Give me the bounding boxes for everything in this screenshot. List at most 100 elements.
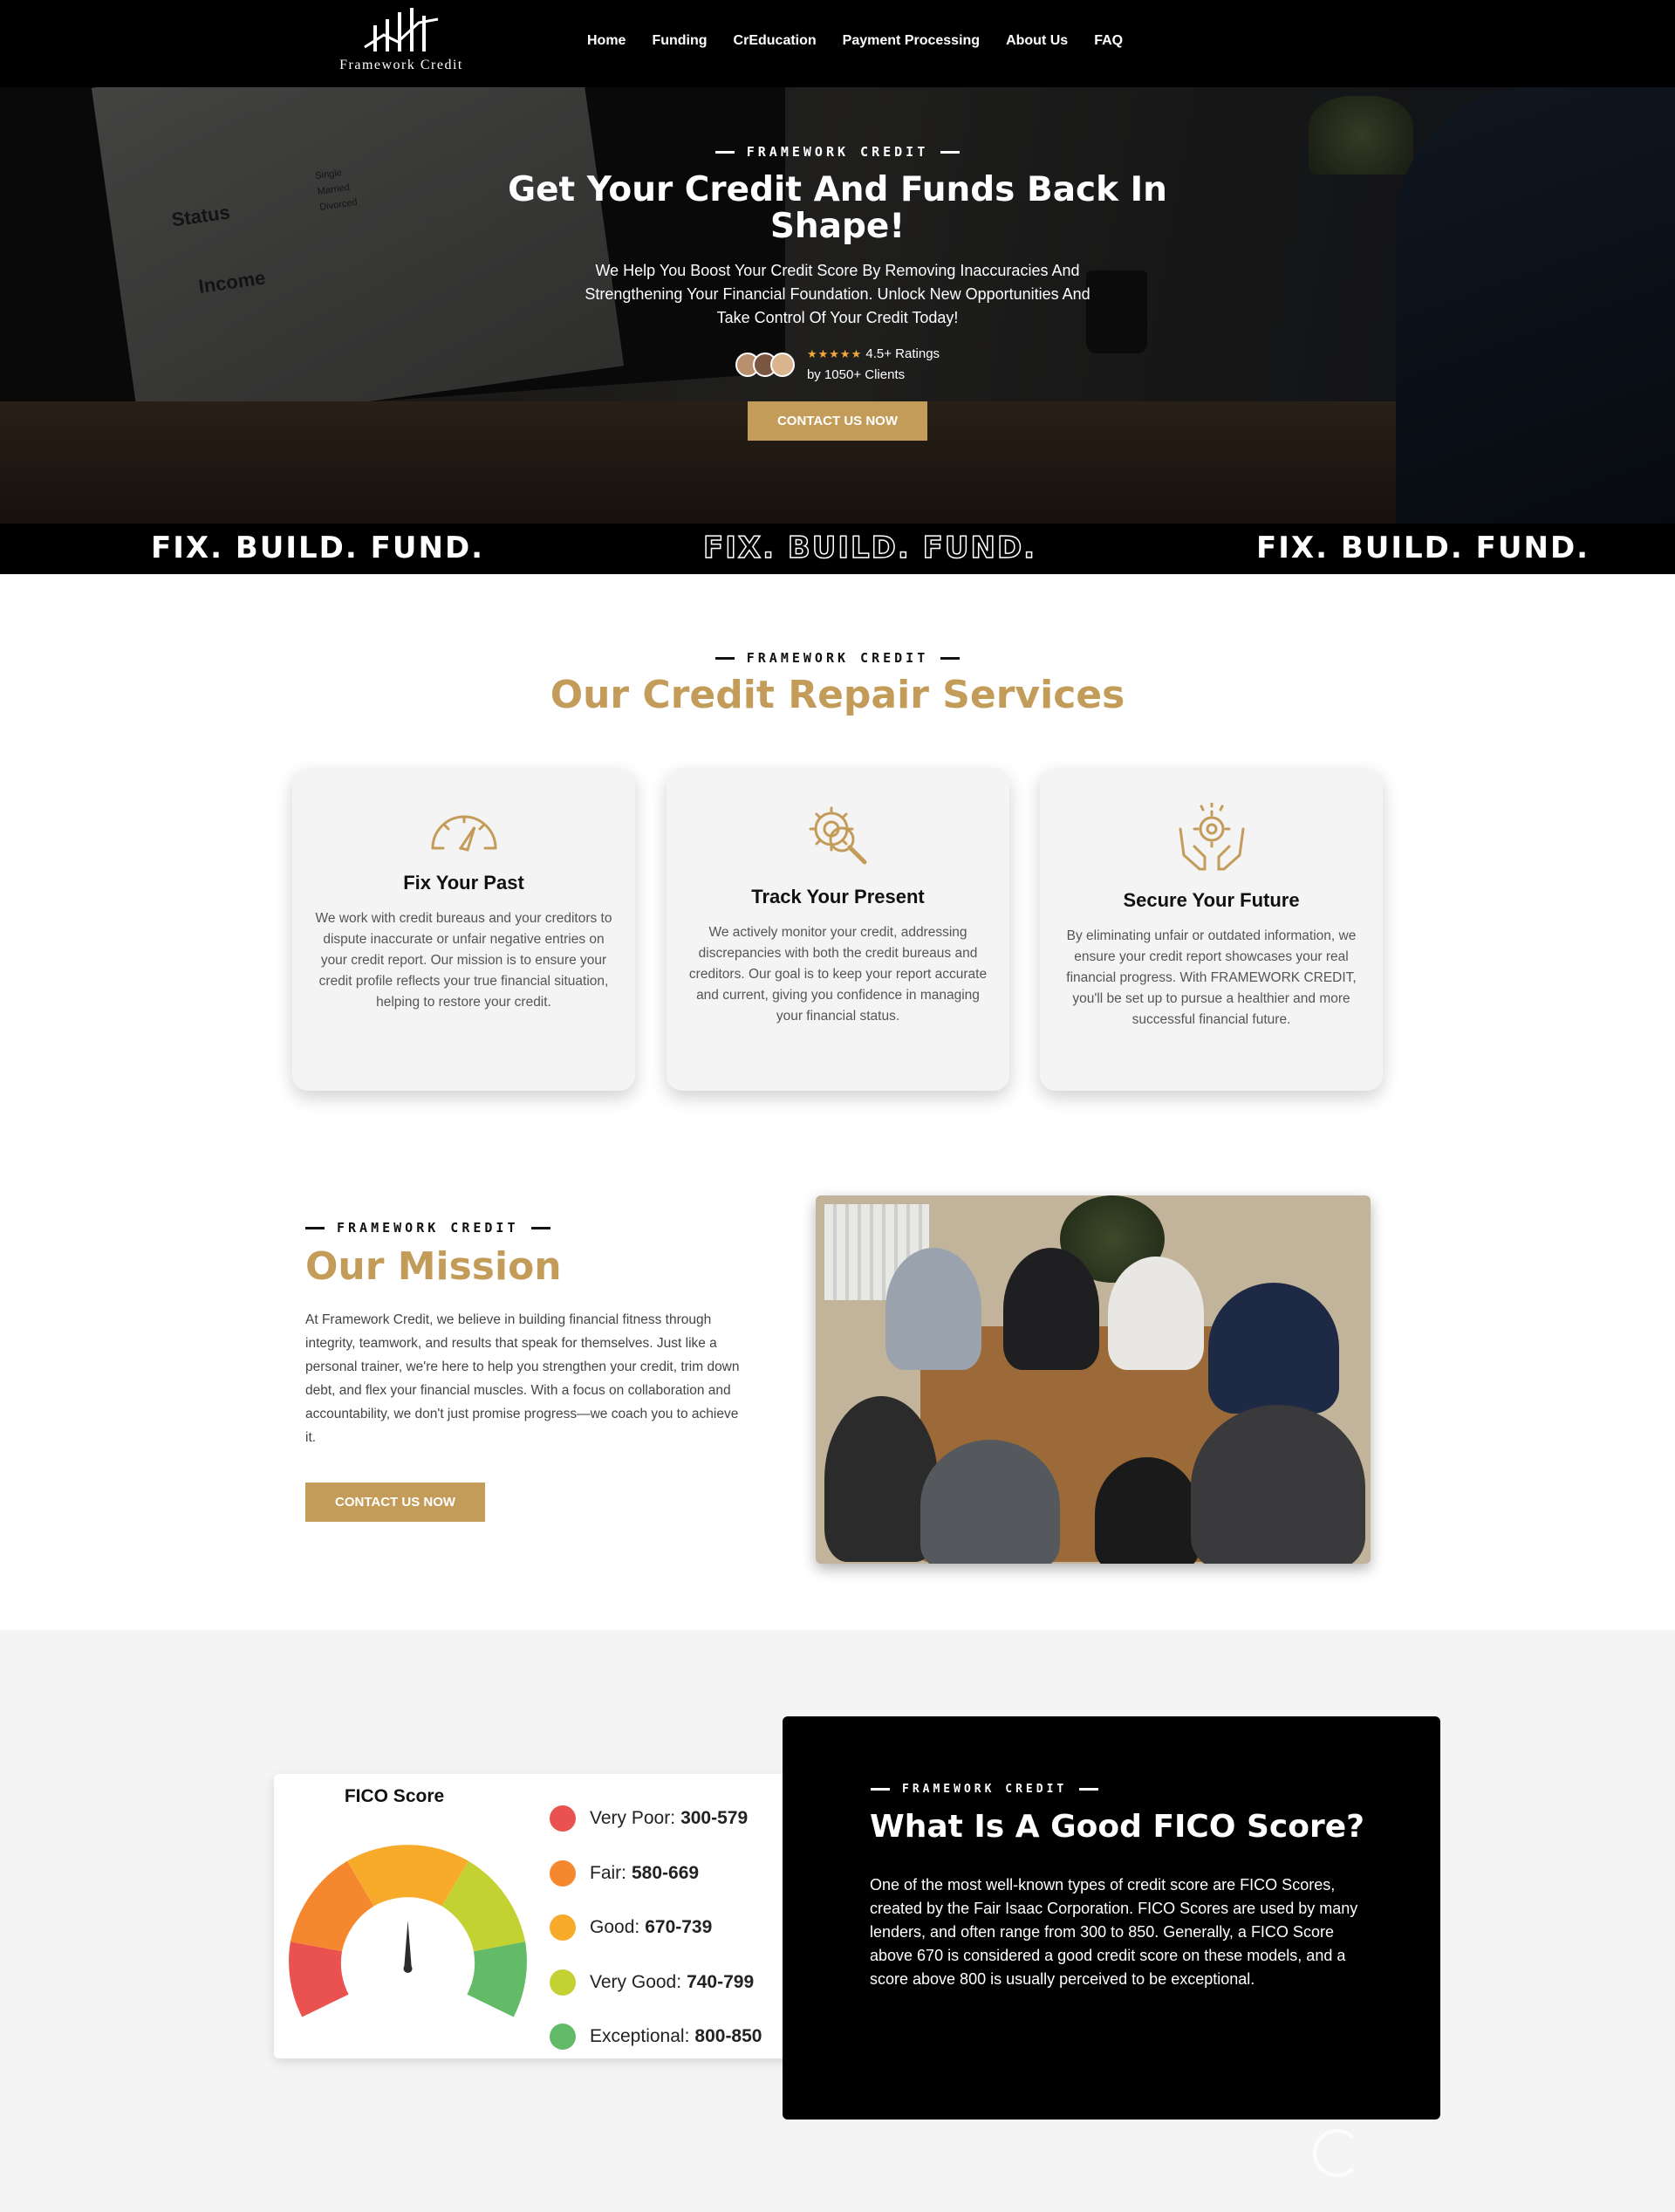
legend-label: Good: [590,1917,640,1938]
fico-title: What Is A Good FICO Score? [870,1809,1365,1845]
rating-block: ★★★★★ 4.5+ Ratings by 1050+ Clients [489,344,1186,386]
card-description: By eliminating unfair or outdated inform… [1066,928,1357,1027]
team-photo [816,1195,1371,1564]
nav-link-creducation[interactable]: CrEducation [734,33,817,49]
legend-range: 670-739 [645,1917,713,1938]
eyebrow-dash [940,150,961,154]
nav-link-faq[interactable]: FAQ [1094,33,1123,49]
photo-person [1208,1283,1339,1414]
avatar [769,353,795,377]
gauge-needle [404,1921,412,1970]
photo-person [920,1440,1060,1564]
watermark-icon [1313,2129,1361,2177]
rating-text: ★★★★★ 4.5+ Ratings by 1050+ Clients [807,344,940,386]
fico-card-title: FICO Score [344,1786,445,1806]
gauge-segment [467,1941,527,2017]
legend-label: Fair: [590,1862,626,1883]
fico-eyebrow: FRAMEWORK CREDIT [871,1783,1099,1796]
fico-score-card: FICO Score Very Poor: 300-579 Fair: 580-… [274,1774,808,2058]
legend-item-very-poor: Very Poor: 300-579 [550,1791,762,1846]
eyebrow-dash [530,1226,550,1229]
logo-mark-icon [364,8,439,51]
client-avatars [735,353,795,377]
legend-dot [550,2024,576,2051]
mission-contact-button[interactable]: CONTACT US NOW [305,1483,486,1522]
card-description: We actively monitor your credit, address… [688,925,988,1024]
legend-dot [550,1914,576,1941]
top-navigation: Framework Credit Home Funding CrEducatio… [0,0,1675,87]
service-card-fix-past: Fix Your Past We work with credit bureau… [292,768,635,1091]
services-eyebrow: FRAMEWORK CREDIT [401,650,1274,666]
card-title: Secure Your Future [1123,889,1300,911]
photo-person [885,1248,981,1370]
photo-person [1108,1257,1204,1370]
nav-link-funding[interactable]: Funding [652,33,707,49]
hero-subtitle: We Help You Boost Your Credit Score By R… [585,262,1090,326]
hero-title: Get Your Credit And Funds Back In Shape! [508,170,1167,246]
mission-eyebrow: FRAMEWORK CREDIT [305,1220,750,1236]
service-card-secure-future: Secure Your Future By eliminating unfair… [1040,768,1383,1091]
legend-label: Exceptional: [590,2026,690,2047]
mission-text: At Framework Credit, we believe in build… [305,1312,740,1445]
nav-links: Home Funding CrEducation Payment Process… [587,33,1123,49]
legend-dot [550,1859,576,1887]
hero-contact-button[interactable]: CONTACT US NOW [747,401,928,441]
fico-gauge-icon [289,1845,527,2017]
gauge-hub [403,1964,413,1973]
legend-item-very-good: Very Good: 740-799 [550,1955,762,2010]
services-header: FRAMEWORK CREDIT Our Credit Repair Servi… [401,650,1274,717]
gauge-segment [289,1941,349,2017]
hero-eyebrow-text: FRAMEWORK CREDIT [746,144,929,160]
tagline-bar: FIX. BUILD. FUND. FIX. BUILD. FUND. FIX.… [0,524,1675,574]
logo[interactable]: Framework Credit [327,3,475,84]
eyebrow-dash [305,1226,325,1229]
gear-magnifier-icon [809,806,866,865]
nav-link-payment-processing[interactable]: Payment Processing [843,33,980,49]
eyebrow-dash [940,656,961,660]
mission-eyebrow-text: FRAMEWORK CREDIT [337,1220,519,1236]
eyebrow-dash [714,656,735,660]
rating-label: 4.5+ Ratings [865,346,940,361]
services-eyebrow-text: FRAMEWORK CREDIT [746,650,929,666]
eyebrow-dash [1079,1788,1099,1791]
tagline-text: FIX. BUILD. FUND. [151,531,485,565]
logo-text: Framework Credit [339,58,463,72]
service-card-track-present: Track Your Present We actively monitor y… [667,768,1009,1091]
fico-info-box: FRAMEWORK CREDIT What Is A Good FICO Sco… [783,1716,1440,2120]
legend-range: 580-669 [632,1862,700,1883]
photo-person [1095,1457,1200,1564]
photo-person [1003,1248,1099,1370]
legend-item-exceptional: Exceptional: 800-850 [550,2010,762,2065]
legend-dot [550,1805,576,1832]
fico-eyebrow-text: FRAMEWORK CREDIT [902,1783,1068,1796]
eyebrow-dash [871,1788,890,1791]
tagline-text: FIX. BUILD. FUND. [1256,531,1590,565]
legend-range: 740-799 [687,1971,755,1992]
legend-item-fair: Fair: 580-669 [550,1846,762,1901]
services-title: Our Credit Repair Services [550,673,1125,717]
card-description: We work with credit bureaus and your cre… [315,911,612,1010]
hands-gear-icon [1179,801,1244,871]
eyebrow-dash [714,150,735,154]
hero-content: FRAMEWORK CREDIT Get Your Credit And Fun… [489,144,1186,441]
legend-range: 300-579 [680,1808,749,1829]
star-rating-icon: ★★★★★ [806,347,863,360]
fico-legend: Very Poor: 300-579 Fair: 580-669 Good: 6… [550,1791,762,2065]
legend-range: 800-850 [694,2026,762,2047]
mission-section: FRAMEWORK CREDIT Our Mission At Framewor… [305,1220,750,1522]
fico-text: One of the most well-known types of cred… [870,1876,1358,1988]
card-title: Track Your Present [751,886,925,907]
hero-eyebrow: FRAMEWORK CREDIT [489,144,1186,160]
legend-dot [550,1969,576,1996]
legend-item-good: Good: 670-739 [550,1900,762,1955]
speedometer-icon [431,815,496,852]
nav-link-about-us[interactable]: About Us [1006,33,1068,49]
legend-label: Very Poor: [590,1808,676,1829]
mission-title: Our Mission [305,1244,562,1289]
tagline-text-outline: FIX. BUILD. FUND. [702,530,1037,566]
legend-label: Very Good: [590,1971,682,1992]
card-title: Fix Your Past [403,872,524,894]
nav-link-home[interactable]: Home [587,33,626,49]
clients-label: by 1050+ Clients [806,367,906,382]
hero-section: Status Income Single Married Divorced FR… [0,87,1675,524]
